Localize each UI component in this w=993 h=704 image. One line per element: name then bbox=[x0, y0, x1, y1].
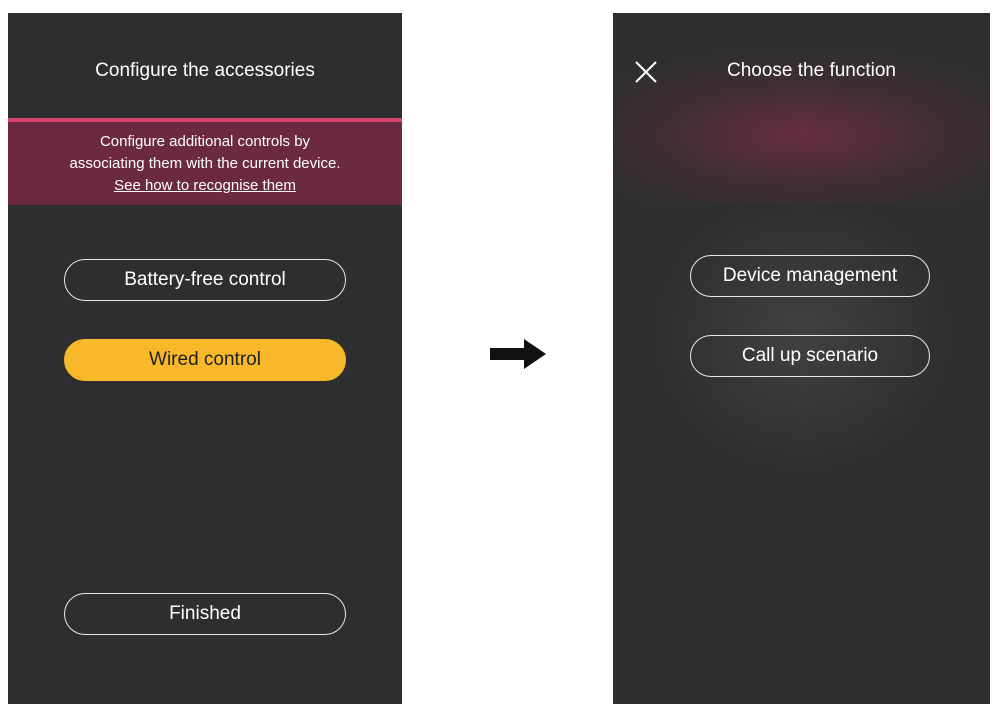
banner-text-line2: associating them with the current device… bbox=[69, 155, 341, 172]
wired-control-button[interactable]: Wired control bbox=[64, 339, 346, 381]
banner-text-line1: Configure additional controls by bbox=[99, 133, 311, 150]
call-up-scenario-button[interactable]: Call up scenario bbox=[690, 335, 930, 377]
recognise-help-link[interactable]: See how to recognise them bbox=[114, 175, 296, 197]
battery-free-control-button[interactable]: Battery-free control bbox=[64, 259, 346, 301]
info-banner: Configure additional controls by associa… bbox=[8, 122, 402, 205]
accessories-screen: Configure the accessories Configure addi… bbox=[8, 13, 402, 704]
close-icon[interactable] bbox=[631, 57, 661, 87]
device-management-button[interactable]: Device management bbox=[690, 255, 930, 297]
background-glow-lower bbox=[653, 193, 953, 473]
choose-function-screen: Choose the function Device management Ca… bbox=[613, 13, 990, 704]
page-title: Configure the accessories bbox=[95, 60, 315, 81]
page-title: Choose the function bbox=[726, 60, 896, 81]
arrow-right-icon bbox=[490, 339, 546, 369]
finished-button[interactable]: Finished bbox=[64, 593, 346, 635]
